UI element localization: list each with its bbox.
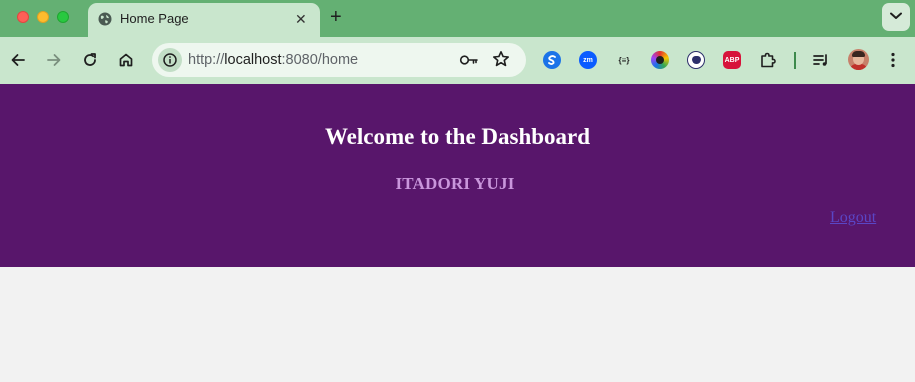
username-label: ITADORI YUJI (395, 174, 515, 193)
page-title: Welcome to the Dashboard (324, 124, 591, 149)
tab-home-page[interactable]: Home Page ✕ (88, 3, 320, 37)
back-button[interactable] (7, 49, 29, 71)
toolbar-divider (794, 52, 796, 69)
window-minimize-button[interactable] (37, 11, 49, 23)
arrow-left-icon (11, 54, 25, 66)
tab-search-button[interactable] (882, 3, 910, 31)
page-viewport: Welcome to the Dashboard ITADORI YUJI Lo… (0, 84, 915, 382)
browser-toolbar: http://localhost:8080/home zm {≡} ABP (0, 37, 915, 84)
home-button[interactable] (115, 49, 137, 71)
logout-link[interactable]: Logout (830, 209, 876, 227)
reading-list-icon[interactable] (812, 51, 830, 69)
tab-strip: Home Page ✕ + (0, 0, 915, 37)
home-icon (119, 53, 133, 67)
reload-button[interactable] (79, 49, 101, 71)
chevron-down-icon (890, 12, 902, 19)
plus-icon[interactable]: + (330, 5, 342, 29)
url-path: :8080/home (281, 52, 359, 68)
extension-json-icon[interactable]: {≡} (615, 51, 633, 69)
url-host: localhost (224, 52, 282, 68)
address-bar[interactable]: http://localhost:8080/home (152, 43, 526, 77)
extension-adblock-icon[interactable]: ABP (723, 51, 741, 69)
avatar[interactable] (848, 49, 869, 70)
url-scheme: http:// (188, 52, 225, 68)
site-info-button[interactable] (158, 48, 182, 72)
star-icon[interactable] (492, 50, 510, 68)
extensions-puzzle-icon[interactable] (759, 51, 777, 69)
more-vertical-icon[interactable] (884, 51, 902, 69)
info-icon (163, 53, 177, 67)
arrow-right-icon (47, 54, 61, 66)
forward-button[interactable] (43, 49, 65, 71)
url-text[interactable]: http://localhost:8080/home (188, 52, 358, 68)
window-close-button[interactable] (17, 11, 29, 23)
tab-title: Home Page (120, 11, 189, 26)
extension-color-wheel-icon[interactable] (651, 51, 669, 69)
window-maximize-button[interactable] (57, 11, 69, 23)
extension-cat-icon[interactable] (687, 51, 705, 69)
dashboard-header: Welcome to the Dashboard ITADORI YUJI Lo… (0, 84, 915, 267)
reload-icon (84, 53, 96, 66)
extension-s-icon[interactable] (543, 51, 561, 69)
extension-zoom-icon[interactable]: zm (579, 51, 597, 69)
key-icon[interactable] (459, 52, 479, 68)
close-icon[interactable]: ✕ (295, 11, 307, 27)
globe-icon (98, 12, 112, 26)
